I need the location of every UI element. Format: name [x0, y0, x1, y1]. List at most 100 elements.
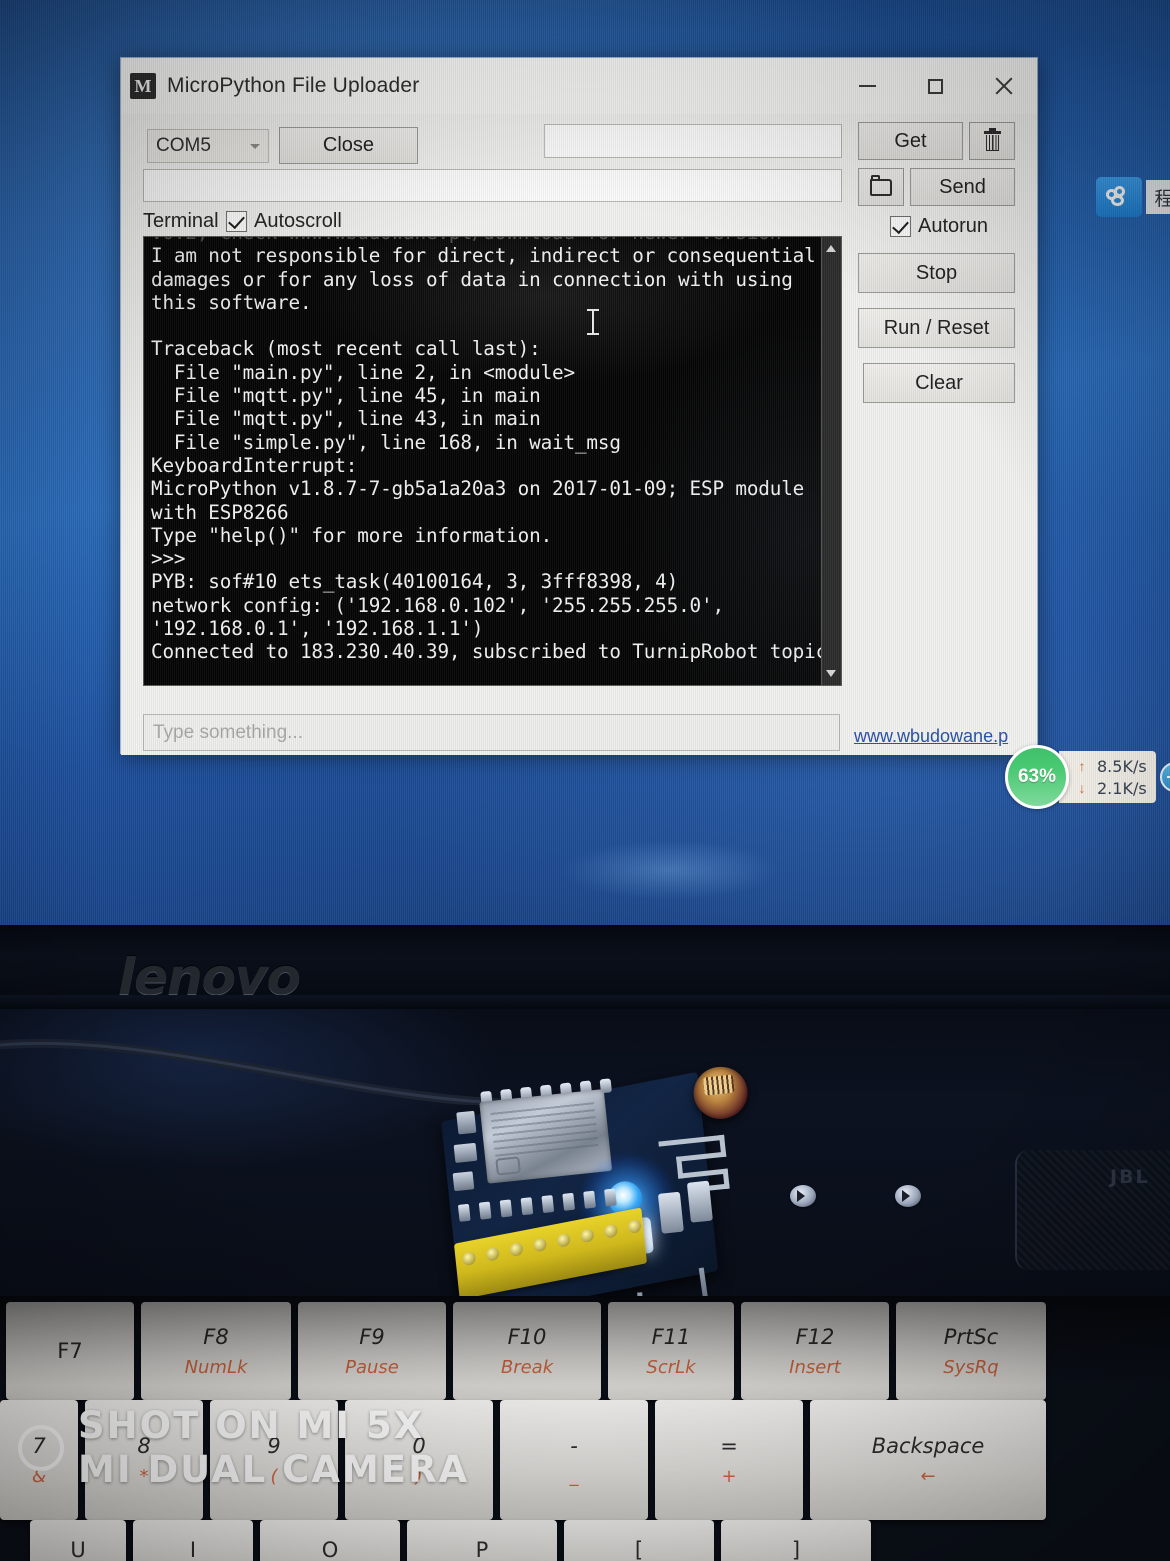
run-reset-button[interactable]: Run / Reset — [858, 308, 1015, 348]
close-port-button[interactable]: Close — [279, 127, 418, 164]
key-label: F9 — [359, 1324, 385, 1349]
keyboard-key-f11[interactable]: F11 ScrLk — [608, 1302, 734, 1400]
folder-icon — [870, 174, 892, 196]
scroll-down-icon[interactable] — [826, 670, 836, 677]
terminal-label: Terminal — [143, 210, 219, 232]
autoscroll-checkbox-box[interactable] — [226, 211, 247, 232]
keyboard-key--[interactable]: = + — [655, 1400, 803, 1520]
terminal-scrolled-line: v0.2; check www.wbudowane.pl/download fo… — [151, 237, 781, 244]
get-button[interactable]: Get — [858, 122, 963, 160]
laptop-hinge — [0, 995, 1170, 1009]
key-label: F11 — [651, 1324, 691, 1349]
cloud-icon — [1106, 185, 1132, 207]
keyboard-key-backspace[interactable]: Backspace ← — [810, 1400, 1046, 1520]
key-label: PrtSc — [943, 1324, 999, 1349]
minimize-icon — [858, 85, 876, 87]
key-label: ] — [791, 1538, 801, 1561]
number-key-row: 7 & 8 * 9(0) - _ = + Backspace ← — [0, 1400, 1170, 1520]
keyboard-key--[interactable]: - _ — [500, 1400, 648, 1520]
smd-component — [453, 1142, 478, 1163]
autorun-checkbox-box[interactable] — [890, 216, 911, 237]
smd-component — [452, 1171, 475, 1192]
autoscroll-label: Autoscroll — [254, 210, 342, 232]
keyboard-key-8[interactable]: 8 * — [85, 1400, 203, 1520]
deck-screw — [895, 1185, 921, 1207]
key-label: 9 — [267, 1433, 281, 1458]
baidu-cloud-widget[interactable]: 程 — [1096, 177, 1170, 217]
key-sublabel: Pause — [345, 1356, 399, 1378]
key-sublabel: & — [31, 1465, 47, 1487]
maximize-button[interactable] — [901, 58, 969, 114]
deck-screw — [790, 1185, 816, 1207]
maximize-icon — [927, 78, 943, 94]
filename-input[interactable] — [544, 124, 842, 158]
key-label: = — [720, 1433, 738, 1458]
key-label: 8 — [137, 1433, 151, 1458]
clear-button[interactable]: Clear — [863, 363, 1015, 403]
terminal-scrollbar[interactable] — [821, 237, 841, 685]
stop-button[interactable]: Stop — [858, 253, 1015, 293]
key-label: I — [189, 1538, 197, 1561]
window-titlebar[interactable]: M MicroPython File Uploader — [121, 58, 1037, 114]
key-label: Backspace — [871, 1433, 985, 1458]
key-label: F8 — [203, 1324, 229, 1349]
keyboard-key--[interactable]: [ — [564, 1520, 714, 1561]
board-reset-button[interactable] — [686, 1180, 713, 1223]
send-button[interactable]: Send — [910, 168, 1015, 206]
window-client-area: COM5 Close Get Send Autorun Stop Run / R… — [121, 114, 1037, 755]
download-rate-row: ↓ 2.1K/s — [1077, 779, 1147, 798]
scroll-up-icon[interactable] — [826, 245, 836, 252]
key-label: F12 — [795, 1324, 835, 1349]
key-sublabel: + — [721, 1465, 737, 1487]
autoscroll-checkbox[interactable]: Autoscroll — [226, 210, 342, 233]
key-sublabel: Break — [500, 1356, 554, 1378]
keyboard-key-f9[interactable]: F9 Pause — [298, 1302, 446, 1400]
key-sublabel: SysRq — [943, 1356, 999, 1378]
board-push-button[interactable] — [657, 1191, 684, 1234]
speaker-brand-text: JBL — [1110, 1166, 1150, 1188]
upload-rate-value: 8.5K/s — [1097, 756, 1147, 776]
keyboard-key-0[interactable]: 0) — [345, 1400, 493, 1520]
website-link[interactable]: www.wbudowane.p — [854, 726, 1008, 747]
keyboard-key-i[interactable]: I — [133, 1520, 253, 1561]
terminal-text: v0.2; check www.wbudowane.pl/download fo… — [151, 237, 827, 664]
keyboard-key-9[interactable]: 9( — [210, 1400, 338, 1520]
key-sublabel: _ — [569, 1465, 579, 1487]
baidu-cloud-icon[interactable] — [1096, 177, 1142, 217]
add-widget-button[interactable] — [1159, 762, 1170, 792]
autorun-checkbox[interactable]: Autorun — [890, 215, 988, 238]
key-sublabel: ScrLk — [646, 1356, 696, 1378]
autorun-label: Autorun — [918, 215, 989, 237]
keyboard-key-u[interactable]: U — [30, 1520, 126, 1561]
key-label: 7 — [32, 1433, 46, 1458]
keyboard-key-f12[interactable]: F12 Insert — [741, 1302, 889, 1400]
close-button[interactable] — [969, 58, 1037, 114]
keyboard-key-o[interactable]: O — [260, 1520, 400, 1561]
delete-button[interactable] — [969, 122, 1015, 160]
keyboard-key-f7[interactable]: F7 — [6, 1302, 134, 1400]
upload-rate-row: ↑ 8.5K/s — [1077, 757, 1147, 776]
micropython-file-uploader-window[interactable]: M MicroPython File Uploader COM5 Close G… — [120, 57, 1038, 755]
window-controls — [833, 58, 1037, 114]
close-icon — [994, 77, 1013, 96]
file-path-input[interactable] — [143, 169, 842, 202]
minimize-button[interactable] — [833, 58, 901, 114]
key-sublabel: ( — [270, 1465, 278, 1487]
keyboard-key-f8[interactable]: F8 NumLk — [141, 1302, 291, 1400]
serial-port-select[interactable]: COM5 — [147, 129, 269, 163]
keyboard-key-7[interactable]: 7 & — [0, 1400, 78, 1520]
command-input[interactable]: Type something... — [143, 714, 840, 751]
network-speed-widget[interactable]: 63% ↑ 8.5K/s ↓ 2.1K/s — [1005, 745, 1170, 809]
open-file-button[interactable] — [858, 168, 904, 206]
keyboard-key-f10[interactable]: F10 Break — [453, 1302, 601, 1400]
memory-usage-ring[interactable]: 63% — [1005, 745, 1069, 809]
keyboard-key-prtsc[interactable]: PrtSc SysRq — [896, 1302, 1046, 1400]
screen-glare — [560, 840, 780, 900]
text-cursor-icon — [587, 309, 599, 335]
terminal-content: I am not responsible for direct, indirec… — [151, 244, 828, 664]
key-sublabel: ← — [920, 1465, 936, 1487]
keyboard-key--[interactable]: ] — [721, 1520, 871, 1561]
keyboard-key-p[interactable]: P — [407, 1520, 557, 1561]
key-label: - — [570, 1433, 578, 1458]
terminal-output[interactable]: v0.2; check www.wbudowane.pl/download fo… — [143, 236, 842, 686]
